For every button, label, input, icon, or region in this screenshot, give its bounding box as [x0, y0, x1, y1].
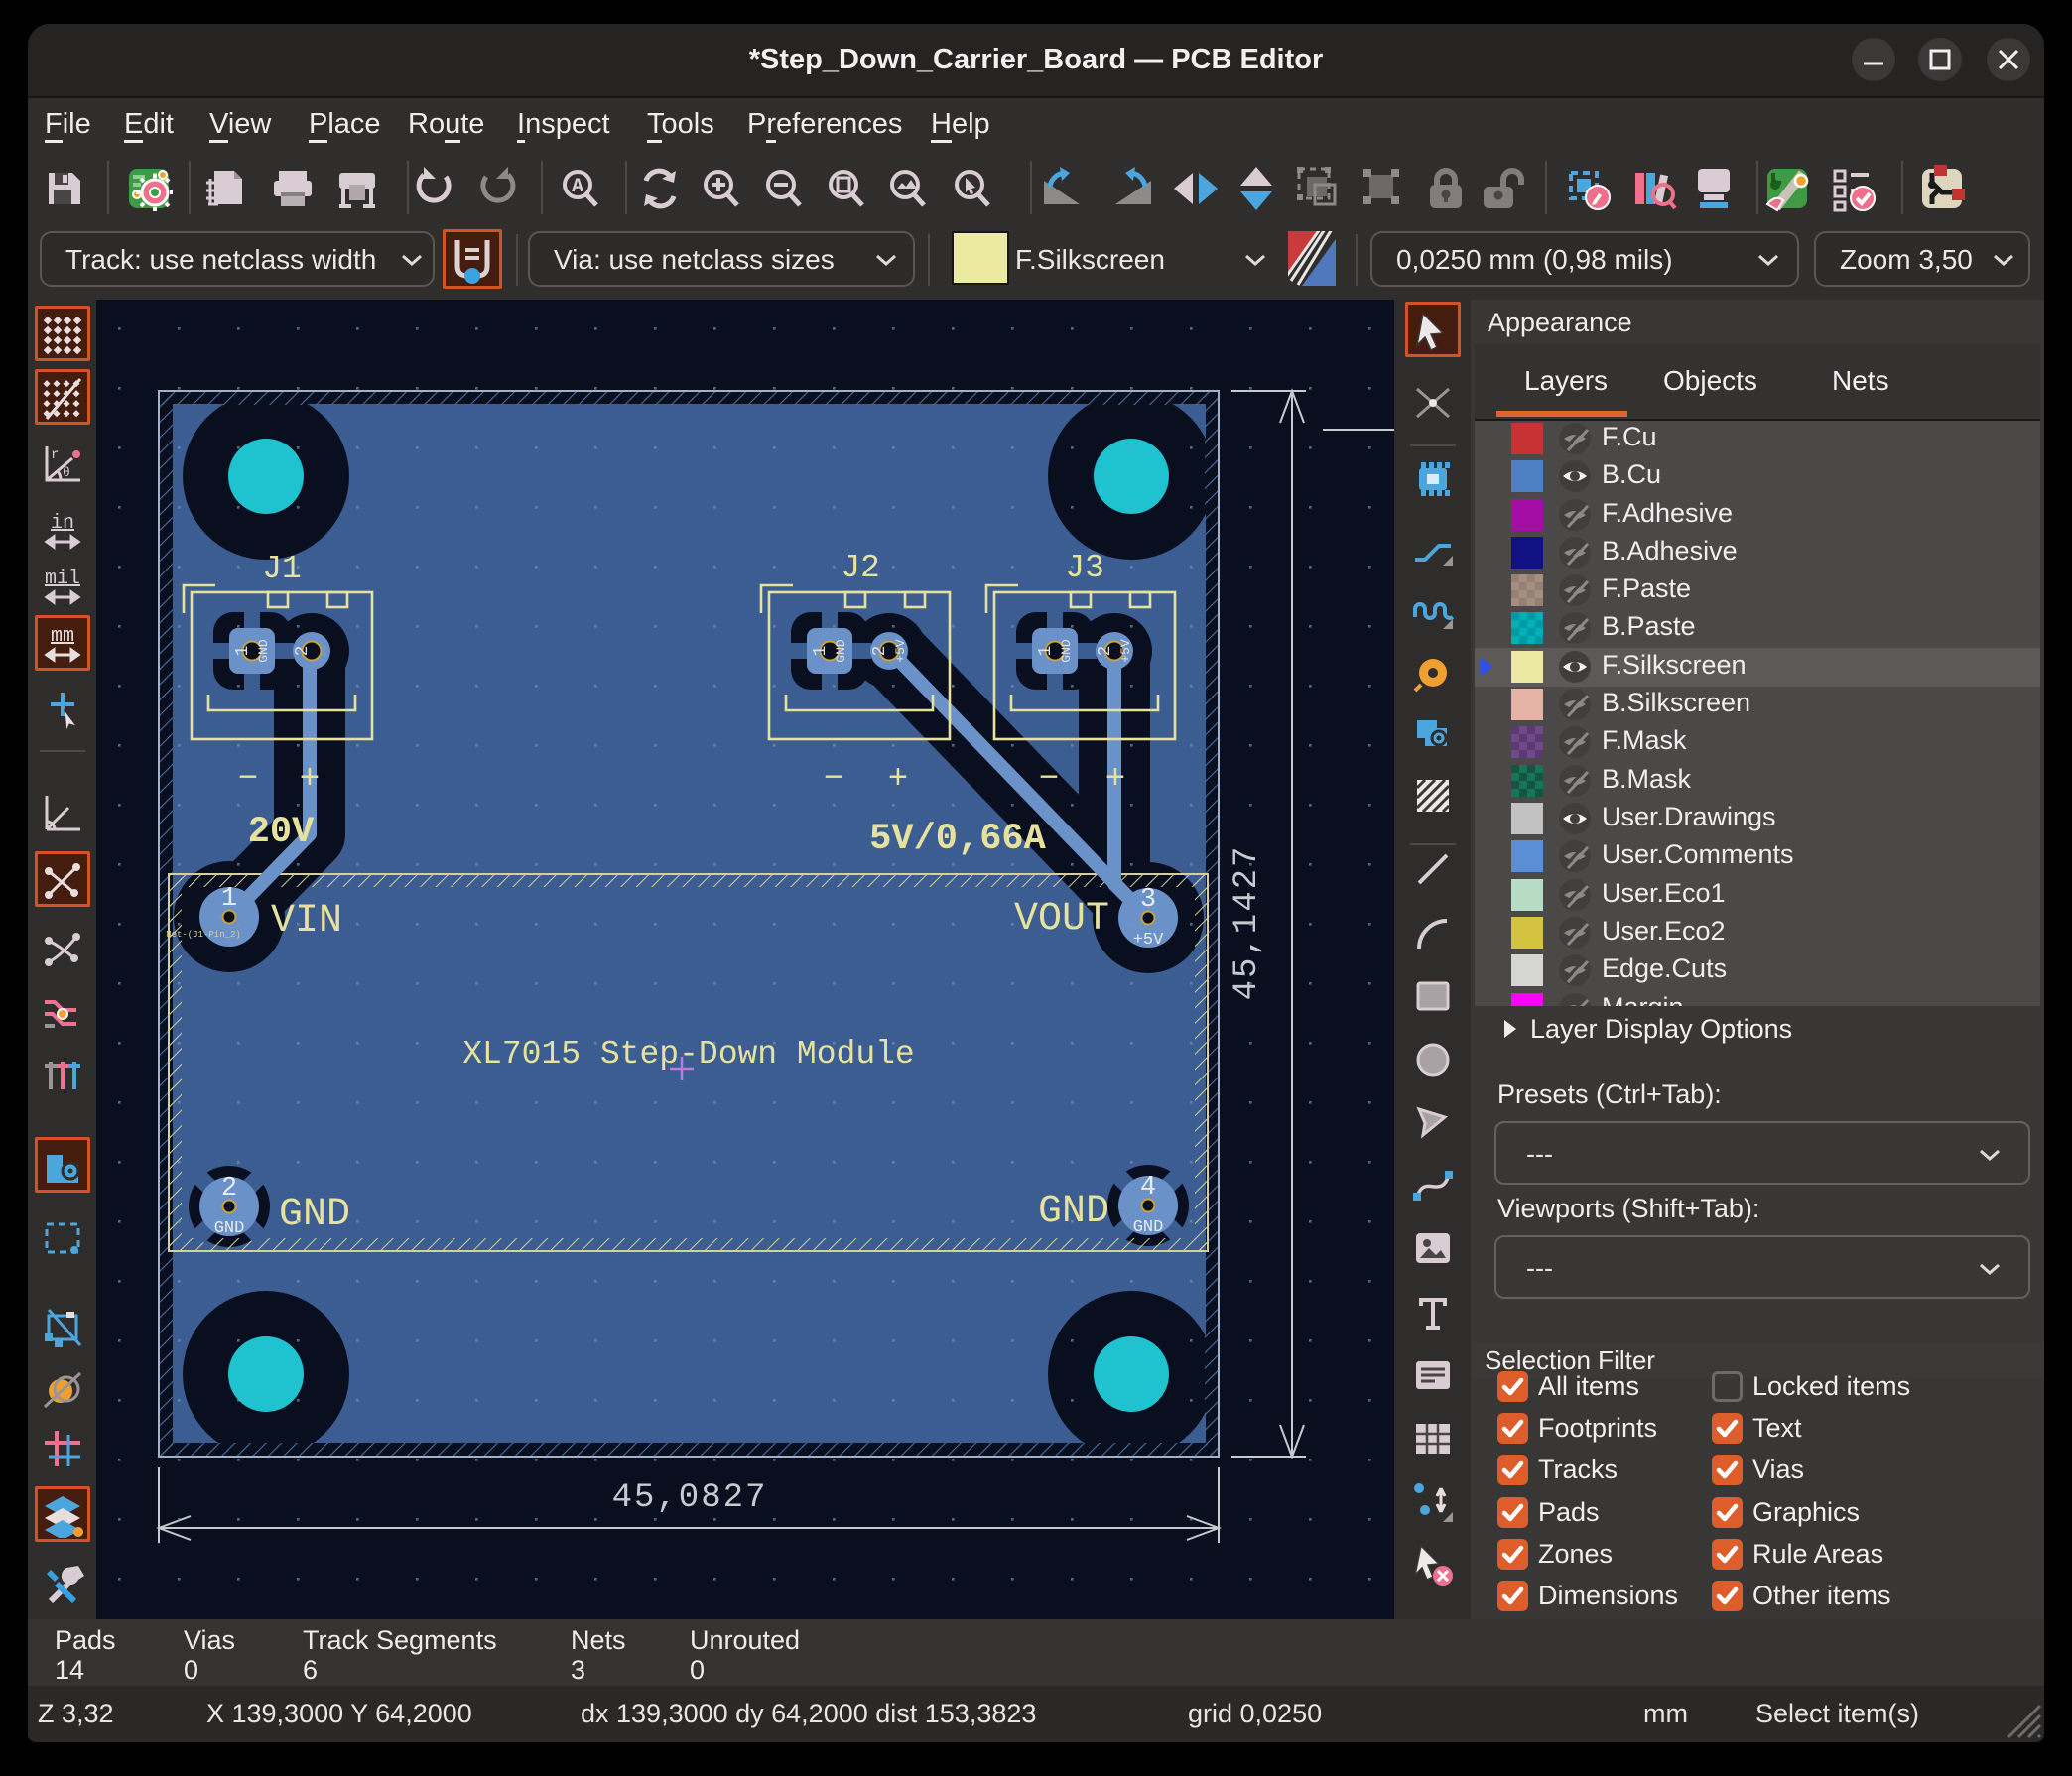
svg-text:r: r: [51, 447, 59, 463]
svg-text:mil: mil: [45, 568, 80, 590]
svg-text:mm: mm: [51, 625, 74, 648]
svg-text:in: in: [51, 512, 74, 535]
svg-text:θ: θ: [63, 465, 70, 480]
svg-text:A: A: [572, 176, 583, 198]
